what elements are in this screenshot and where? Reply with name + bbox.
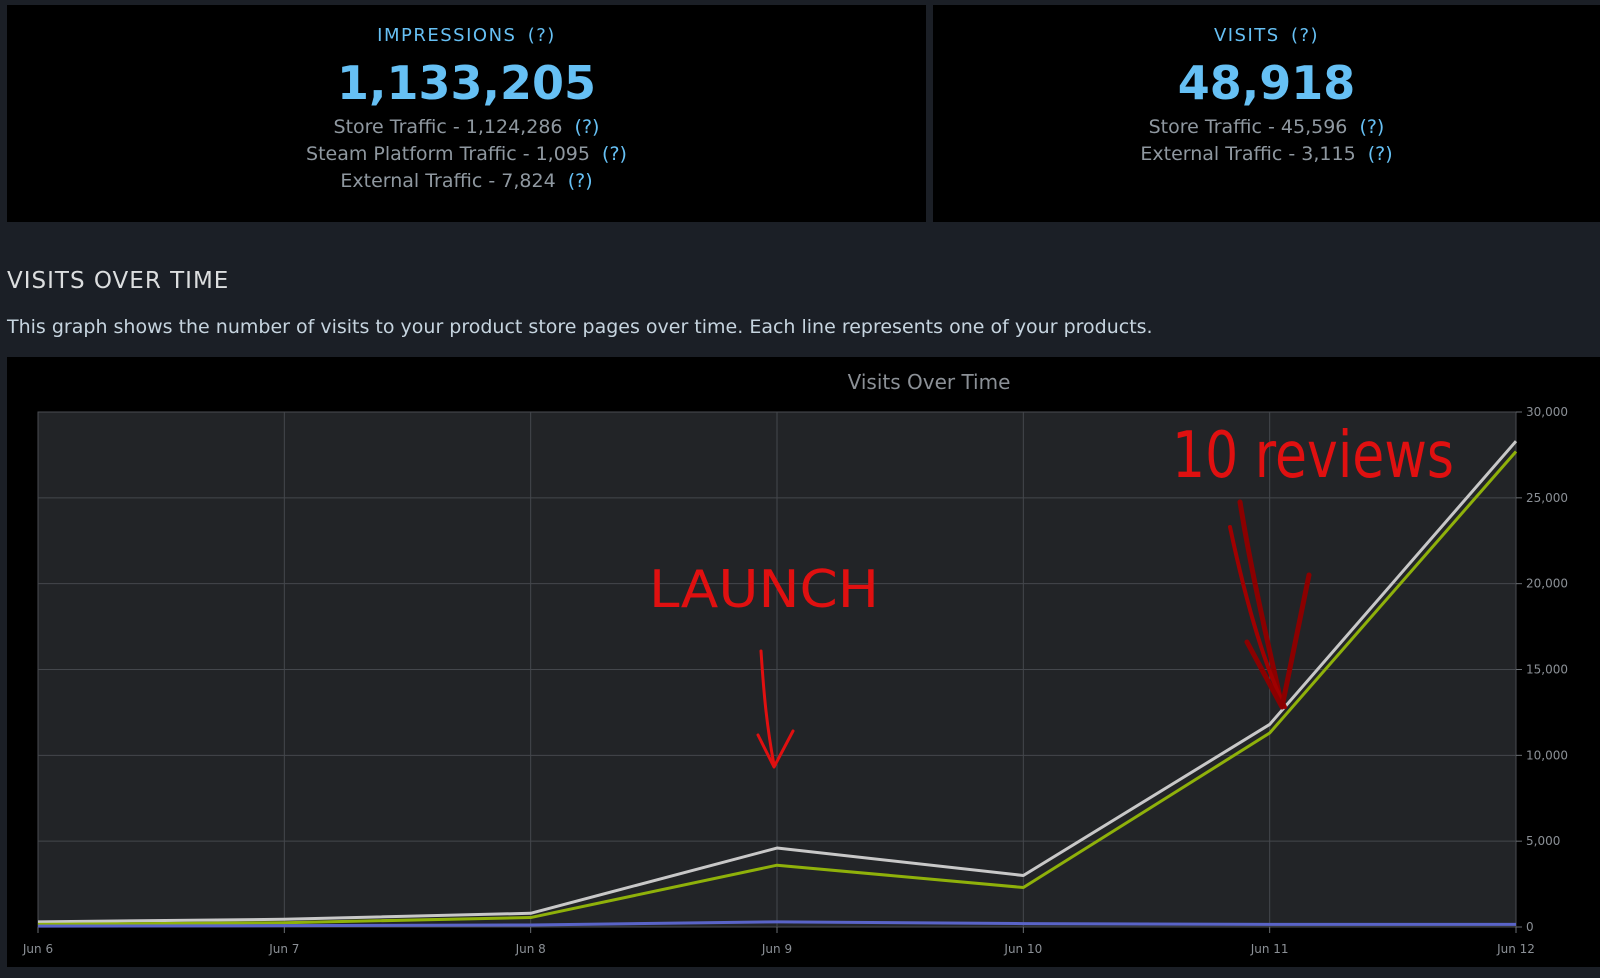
impressions-platform-traffic-label: Steam Platform Traffic - 1,095 [306,143,590,165]
visits-external-traffic-label: External Traffic - 3,115 [1140,143,1356,165]
visits-help-link[interactable]: (?) [1291,25,1319,46]
x-tick-label: Jun 11 [1250,942,1289,956]
x-tick-label: Jun 6 [22,942,53,956]
impressions-external-traffic-label: External Traffic - 7,824 [340,170,556,192]
impressions-store-traffic-help[interactable]: (?) [575,116,600,138]
visits-external-traffic: External Traffic - 3,115 (?) [933,141,1600,168]
impressions-breakdown: Store Traffic - 1,124,286 (?) Steam Plat… [7,114,926,195]
impressions-title: IMPRESSIONS (?) [7,25,926,46]
visits-store-traffic-label: Store Traffic - 45,596 [1148,116,1348,138]
visits-panel: VISITS (?) 48,918 Store Traffic - 45,596… [933,5,1600,222]
impressions-store-traffic: Store Traffic - 1,124,286 (?) [7,114,926,141]
chart-title: Visits Over Time [848,370,1011,394]
visits-breakdown: Store Traffic - 45,596 (?) External Traf… [933,114,1600,168]
y-tick-label: 10,000 [1526,748,1568,762]
impressions-external-traffic: External Traffic - 7,824 (?) [7,168,926,195]
impressions-platform-traffic: Steam Platform Traffic - 1,095 (?) [7,141,926,168]
y-tick-label: 5,000 [1526,834,1560,848]
impressions-panel: IMPRESSIONS (?) 1,133,205 Store Traffic … [7,5,926,222]
x-tick-label: Jun 9 [761,942,792,956]
x-axis-ticks: Jun 6 Jun 7 Jun 8 Jun 9 Jun 10 Jun 11 Jun 12 [22,927,1535,956]
section-description: This graph shows the number of visits to… [7,316,1153,338]
visits-external-traffic-help[interactable]: (?) [1368,143,1393,165]
impressions-value: 1,133,205 [337,56,596,110]
chart-panel: Visits Over Time Jun 6 Jun 7 Jun 8 Jun 9 Jun… [7,357,1600,967]
visits-store-traffic: Store Traffic - 45,596 (?) [933,114,1600,141]
reviews-annotation-text: 10 reviews [1172,419,1454,493]
visits-title-label: VISITS [1213,25,1280,46]
visits-store-traffic-help[interactable]: (?) [1359,116,1384,138]
x-tick-label: Jun 10 [1003,942,1042,956]
impressions-external-traffic-help[interactable]: (?) [568,170,593,192]
y-axis-ticks: 0 5,000 10,000 15,000 20,000 25,000 30,000 [1516,405,1568,934]
x-tick-label: Jun 12 [1496,942,1535,956]
y-tick-label: 0 [1526,920,1534,934]
impressions-title-label: IMPRESSIONS [377,25,517,46]
impressions-store-traffic-label: Store Traffic - 1,124,286 [333,116,563,138]
visits-value: 48,918 [1177,56,1356,110]
x-tick-label: Jun 7 [268,942,299,956]
impressions-help-link[interactable]: (?) [528,25,556,46]
y-tick-label: 30,000 [1526,405,1568,419]
y-tick-label: 20,000 [1526,577,1568,591]
y-tick-label: 15,000 [1526,663,1568,677]
impressions-platform-traffic-help[interactable]: (?) [602,143,627,165]
y-tick-label: 25,000 [1526,491,1568,505]
x-tick-label: Jun 8 [515,942,546,956]
visits-over-time-chart: Visits Over Time Jun 6 Jun 7 Jun 8 Jun 9 Jun… [22,370,1568,956]
launch-annotation-text: LAUNCH [649,560,879,620]
visits-title: VISITS (?) [933,25,1600,46]
section-title: VISITS OVER TIME [7,268,230,294]
